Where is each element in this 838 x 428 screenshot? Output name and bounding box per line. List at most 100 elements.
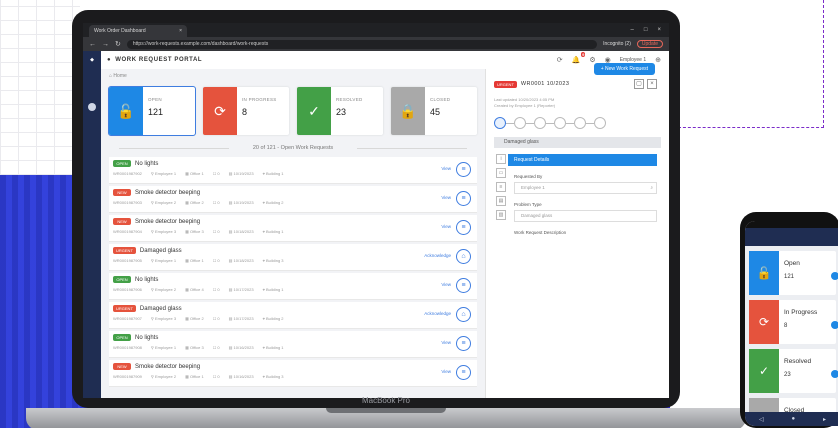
stepper-step-icon[interactable]: [534, 117, 546, 129]
close-window-icon[interactable]: ×: [657, 27, 661, 33]
work-request-row[interactable]: NEW Smoke detector beeping WR0001987909 ⚲ E…: [109, 360, 477, 387]
reload-icon[interactable]: ↻: [115, 40, 121, 48]
panel-meta: Last updated 10/20/2023 4:05 PM Created …: [494, 97, 669, 109]
phone-home-icon[interactable]: ●: [791, 416, 795, 422]
request-action-link[interactable]: View: [441, 369, 451, 374]
check-circle-icon: ✓: [749, 349, 779, 393]
info-icon[interactable]: i: [496, 154, 506, 164]
window-controls: – □ ×: [631, 27, 669, 33]
request-open-icon[interactable]: ⌂: [456, 307, 471, 322]
browser-tab[interactable]: Work Order Dashboard ×: [89, 25, 187, 37]
url-field[interactable]: https://work-requests.example.com/dashbo…: [126, 39, 598, 49]
phone-bottom-nav: ◁ ● ▸: [745, 412, 838, 426]
close-tab-icon[interactable]: ×: [179, 28, 182, 34]
status-card-resolved[interactable]: ✓ RESOLVED 23: [297, 87, 383, 135]
phone-status-bar: [745, 221, 838, 228]
notifications-icon[interactable]: 🔔 9: [572, 52, 586, 64]
work-request-row[interactable]: URGENT Damaged glass WR0001987905 ⚲ Employe…: [109, 244, 477, 271]
category-tab[interactable]: Damaged glass: [494, 137, 661, 148]
work-request-row[interactable]: URGENT Damaged glass WR0001987907 ⚲ Employe…: [109, 302, 477, 329]
portal-title: ● WORK REQUEST PORTAL: [107, 57, 202, 63]
phone-menu-icon[interactable]: ▸: [823, 416, 826, 423]
request-assignee-name: Employee 3: [154, 316, 177, 321]
request-open-icon[interactable]: ≡: [456, 220, 471, 235]
request-open-icon[interactable]: ≡: [456, 162, 471, 177]
request-office-name: Office 3: [189, 345, 204, 350]
work-request-row[interactable]: NEW Smoke detector beeping WR0001987903 ⚲ E…: [109, 186, 477, 213]
request-date-value: 10/16/2023: [233, 345, 254, 350]
request-title-row: URGENT Damaged glass: [113, 305, 477, 312]
forward-icon[interactable]: →: [102, 41, 109, 48]
breadcrumb-home[interactable]: Home: [113, 73, 126, 79]
work-request-row[interactable]: OPEN No lights WR0001987908 ⚲ Employee 1 ▦ O…: [109, 331, 477, 358]
status-card-closed[interactable]: 🔒 CLOSED 45: [391, 87, 477, 135]
image-icon[interactable]: ▭: [496, 168, 506, 178]
phone-card-arrow-icon[interactable]: [831, 370, 838, 378]
request-action-link[interactable]: View: [441, 166, 451, 171]
lock-open-icon: 🔓: [109, 87, 143, 135]
request-open-icon[interactable]: ≡: [456, 365, 471, 380]
requested-by-field[interactable]: Employee 1 ⌕: [514, 182, 657, 194]
back-icon[interactable]: ←: [89, 41, 96, 48]
request-title: Smoke detector beeping: [135, 189, 201, 196]
update-button[interactable]: Update: [636, 40, 663, 48]
stepper-step-icon[interactable]: [514, 117, 526, 129]
request-title: Smoke detector beeping: [135, 363, 201, 370]
request-action-link[interactable]: View: [441, 224, 451, 229]
history-icon[interactable]: ▥: [496, 210, 506, 220]
document-icon[interactable]: ▤: [496, 196, 506, 206]
request-action-link[interactable]: Acknowledge: [424, 253, 451, 258]
app-logo[interactable]: ◆: [83, 51, 101, 69]
minimize-icon[interactable]: –: [631, 27, 634, 33]
phone-status-card-resolved[interactable]: ✓ Resolved 23: [749, 349, 838, 393]
request-meta: WR0001987908 ⚲ Employee 1 ▦ Office 3 ☐ 0 ▤ 1…: [113, 345, 477, 350]
request-title: No lights: [135, 276, 159, 283]
stepper-step-icon[interactable]: [554, 117, 566, 129]
request-open-icon[interactable]: ≡: [456, 191, 471, 206]
app-header: ◆ ● WORK REQUEST PORTAL ⟳ 🔔 9 ⚙ ◉ Employe…: [83, 51, 669, 69]
help-icon[interactable]: ⊕: [655, 56, 661, 64]
refresh-icon[interactable]: ⟳: [557, 56, 563, 64]
request-open-icon[interactable]: ⌂: [456, 249, 471, 264]
new-work-request-button[interactable]: + New Work Request: [593, 57, 655, 75]
incognito-indicator[interactable]: Incognito (2): [603, 41, 631, 47]
request-office: ▦ Office 4: [185, 287, 204, 292]
request-action-link[interactable]: View: [441, 282, 451, 287]
request-location-name: Building 2: [265, 200, 284, 205]
phone-card-arrow-icon[interactable]: [831, 272, 838, 280]
request-title-row: OPEN No lights: [113, 160, 477, 167]
request-date-value: 10/19/2023: [233, 171, 254, 176]
nav-home-icon[interactable]: [88, 103, 96, 111]
phone-status-card-open[interactable]: 🔓 Open 121: [749, 251, 838, 295]
phone-card-text: Open 121: [779, 251, 800, 295]
request-action-link[interactable]: View: [441, 195, 451, 200]
request-id: WR0001987908: [113, 345, 142, 350]
status-card-in-progress[interactable]: ⟳ IN PROGRESS 8: [203, 87, 289, 135]
phone-back-icon[interactable]: ◁: [759, 416, 764, 423]
request-open-icon[interactable]: ≡: [456, 336, 471, 351]
phone-card-arrow-icon[interactable]: [831, 321, 838, 329]
maximize-icon[interactable]: □: [644, 27, 648, 33]
work-request-row[interactable]: OPEN No lights WR0001987906 ⚲ Employee 2 ▦ O…: [109, 273, 477, 300]
expand-icon[interactable]: ▢: [634, 79, 644, 89]
request-title-row: OPEN No lights: [113, 334, 477, 341]
phone-status-card-in-progress[interactable]: ⟳ In Progress 8: [749, 300, 838, 344]
form-section-header[interactable]: Request Details: [508, 154, 657, 166]
request-action-link[interactable]: Acknowledge: [424, 311, 451, 316]
list-icon[interactable]: ≡: [496, 182, 506, 192]
status-card-label: IN PROGRESS: [242, 97, 277, 102]
phone-card-count: 23: [784, 372, 791, 378]
problem-type-field[interactable]: Damaged glass: [514, 210, 657, 222]
stepper-step-icon[interactable]: [594, 117, 606, 129]
request-open-icon[interactable]: ≡: [456, 278, 471, 293]
stepper-step-icon[interactable]: [494, 117, 506, 129]
request-action-link[interactable]: View: [441, 340, 451, 345]
request-date: ▤ 10/16/2023: [229, 345, 254, 350]
work-request-row[interactable]: OPEN No lights WR0001987902 ⚲ Employee 1 ▦ O…: [109, 157, 477, 184]
request-title-row: NEW Smoke detector beeping: [113, 363, 477, 370]
request-id: WR0001987906: [113, 287, 142, 292]
stepper-step-icon[interactable]: [574, 117, 586, 129]
work-request-row[interactable]: NEW Smoke detector beeping WR0001987904 ⚲ E…: [109, 215, 477, 242]
status-card-open[interactable]: 🔓 OPEN 121: [108, 86, 196, 136]
close-panel-icon[interactable]: ×: [647, 79, 657, 89]
